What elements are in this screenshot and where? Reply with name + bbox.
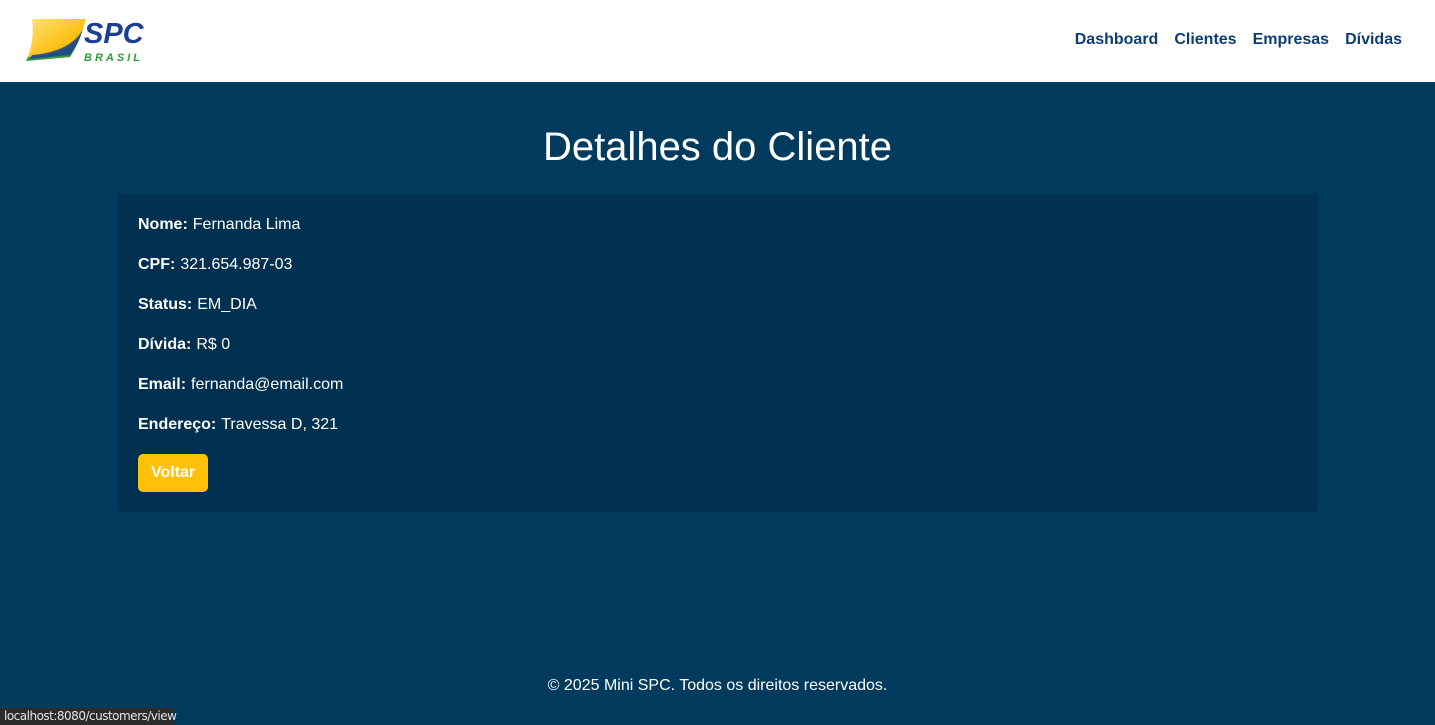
nav-clientes[interactable]: Clientes (1174, 30, 1236, 49)
field-label: Endereço: (138, 416, 217, 433)
field-nome: Nome: Fernanda Lima (138, 214, 1298, 254)
field-endereco: Endereço: Travessa D, 321 (138, 414, 1298, 454)
browser-status-url: localhost:8080/customers/view (0, 708, 177, 725)
field-label: Status: (138, 296, 193, 313)
field-label: CPF: (138, 256, 176, 273)
field-email: Email: fernanda@email.com (138, 374, 1298, 414)
field-cpf: CPF: 321.654.987-03 (138, 254, 1298, 294)
field-label: Email: (138, 376, 187, 393)
top-navbar: SPC BRASIL Dashboard Clientes Empresas D… (0, 0, 1435, 82)
nav-dashboard[interactable]: Dashboard (1075, 30, 1159, 49)
logo-text-main: SPC (84, 18, 145, 50)
field-value: Travessa D, 321 (221, 416, 339, 433)
field-label: Dívida: (138, 336, 192, 353)
logo-text-sub: BRASIL (84, 52, 143, 63)
field-value: fernanda@email.com (191, 376, 344, 393)
back-button[interactable]: Voltar (138, 454, 209, 492)
field-divida: Dívida: R$ 0 (138, 334, 1298, 374)
field-value: 321.654.987-03 (180, 256, 293, 273)
field-status: Status: EM_DIA (138, 294, 1298, 334)
page-title: Detalhes do Cliente (542, 125, 893, 169)
field-value: Fernanda Lima (192, 216, 301, 233)
client-details-card: Nome: Fernanda Lima CPF: 321.654.987-03 … (118, 194, 1318, 512)
field-value: R$ 0 (196, 336, 231, 353)
nav-empresas[interactable]: Empresas (1253, 30, 1330, 49)
main-nav: Dashboard Clientes Empresas Dívidas (1075, 30, 1402, 49)
field-label: Nome: (138, 216, 188, 233)
spc-brasil-logo[interactable]: SPC BRASIL (26, 17, 151, 63)
footer-copyright: © 2025 Mini SPC. Todos os direitos reser… (547, 677, 888, 694)
field-value: EM_DIA (197, 296, 257, 313)
nav-dividas[interactable]: Dívidas (1345, 30, 1402, 49)
